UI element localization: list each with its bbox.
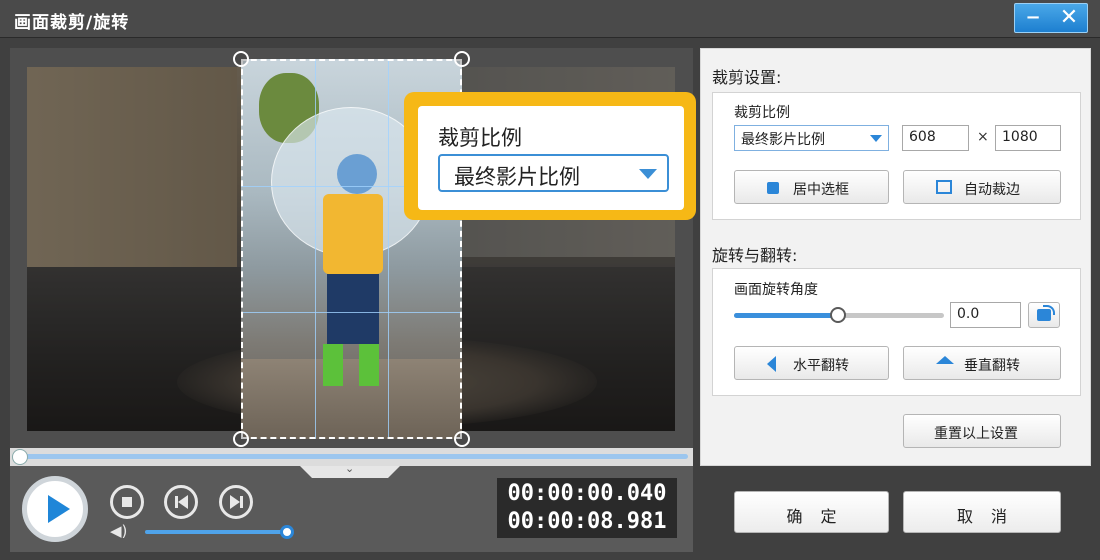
previous-frame-button[interactable] [164,485,198,519]
ok-label: 确定 [786,507,855,526]
window-title: 画面裁剪/旋转 [14,13,130,33]
crop-ratio-label: 裁剪比例 [734,105,790,121]
flip-horizontal-label: 水平翻转 [793,358,849,374]
crop-height-input[interactable]: 1080 [995,125,1061,151]
auto-trim-icon [936,180,952,194]
callout-ratio-select: 最终影片比例 [438,154,669,192]
title-bar: 画面裁剪/旋转 − ✕ [0,0,1100,38]
stop-icon [122,497,132,507]
timeline-track [22,454,688,459]
auto-trim-label: 自动裁边 [964,182,1020,198]
rotate-angle-label: 画面旋转角度 [734,282,818,298]
cancel-label: 取消 [956,507,1025,526]
stop-button[interactable] [110,485,144,519]
rotate-angle-slider-knob[interactable] [830,307,846,323]
window-controls: − ✕ [1014,3,1088,33]
flip-vertical-label: 垂直翻转 [964,358,1020,374]
callout-label: 裁剪比例 [438,126,522,150]
rotate-button[interactable] [1028,302,1060,328]
crop-ratio-value: 最终影片比例 [741,132,825,148]
callout-select-value: 最终影片比例 [454,165,580,189]
auto-trim-button[interactable]: 自动裁边 [903,170,1061,204]
flip-vertical-button[interactable]: 垂直翻转 [903,346,1061,380]
chevron-down-icon[interactable]: ⌄ [345,462,354,475]
chevron-down-icon [870,135,882,142]
next-icon [230,495,240,509]
crop-handle-bottom-left[interactable] [233,431,249,447]
rotate-angle-input[interactable]: 0.0 [950,302,1021,328]
play-button[interactable] [22,476,88,542]
times-icon: × [977,129,989,145]
rotate-settings-title: 旋转与翻转: [712,246,798,265]
crop-handle-bottom-right[interactable] [454,431,470,447]
timeline-playhead[interactable] [12,449,28,465]
cancel-button[interactable]: 取消 [903,491,1061,533]
crop-settings-title: 裁剪设置: [712,68,782,87]
crop-handle-top-right[interactable] [454,51,470,67]
reset-settings-button[interactable]: 重置以上设置 [903,414,1061,448]
volume-icon[interactable]: ◀) [110,522,127,540]
center-icon [767,182,779,194]
current-time: 00:00:00.040 [507,481,667,506]
flip-horizontal-button[interactable]: 水平翻转 [734,346,889,380]
play-icon [48,495,70,523]
next-frame-button[interactable] [219,485,253,519]
flip-vertical-icon [936,356,954,364]
crop-ratio-select[interactable]: 最终影片比例 [734,125,889,151]
crop-mask-left [27,67,241,431]
total-time: 00:00:08.981 [507,509,667,534]
crop-rotate-window: 画面裁剪/旋转 − ✕ 裁剪比例 最终影片比例 ⌄ ◀) 00:00:00.04… [0,0,1100,560]
chevron-down-icon [639,169,657,179]
rotate-angle-slider-fill [734,313,839,318]
volume-slider-knob[interactable] [280,525,294,539]
close-button[interactable]: ✕ [1051,4,1087,32]
timecode-display: 00:00:00.040 00:00:08.981 [497,478,677,538]
center-crop-button[interactable]: 居中选框 [734,170,889,204]
reset-settings-label: 重置以上设置 [934,426,1018,442]
minimize-button[interactable]: − [1015,4,1051,32]
volume-slider[interactable] [145,530,287,534]
crop-width-input[interactable]: 608 [902,125,969,151]
crop-handle-top-left[interactable] [233,51,249,67]
ok-button[interactable]: 确定 [734,491,889,533]
flip-horizontal-icon [767,356,776,372]
center-crop-label: 居中选框 [793,182,849,198]
